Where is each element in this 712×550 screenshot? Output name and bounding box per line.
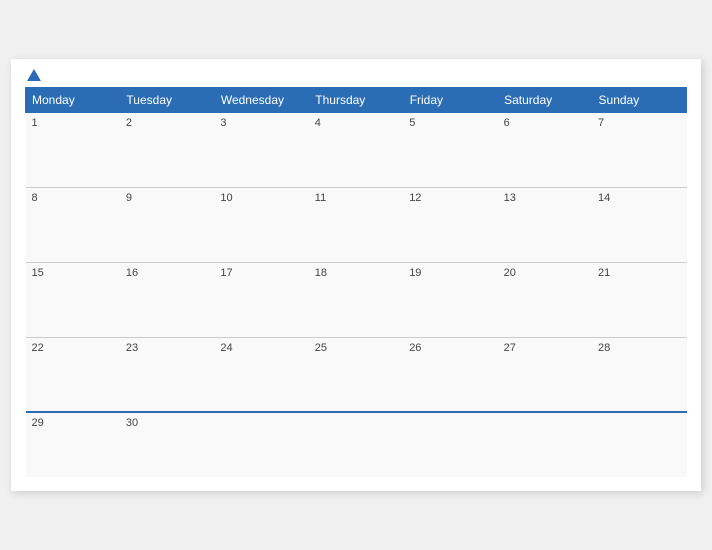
calendar-cell: 8: [26, 187, 120, 262]
week-row-3: 15 16 17 18 19 20 21: [26, 262, 687, 337]
weekday-header-sunday: Sunday: [592, 87, 686, 112]
calendar-cell: 29: [26, 412, 120, 477]
day-number: 17: [220, 267, 232, 279]
calendar-cell: [592, 412, 686, 477]
day-number: 9: [126, 192, 132, 204]
day-number: 22: [32, 342, 44, 354]
calendar-cell: 5: [403, 112, 497, 187]
calendar-cell: 21: [592, 262, 686, 337]
calendar-cell: 16: [120, 262, 214, 337]
day-number: 14: [598, 192, 610, 204]
calendar-cell: 17: [214, 262, 308, 337]
day-number: 19: [409, 267, 421, 279]
logo-triangle-icon: [27, 69, 41, 81]
day-number: 11: [315, 192, 326, 204]
calendar-cell: 9: [120, 187, 214, 262]
week-row-1: 1 2 3 4 5 6 7: [26, 112, 687, 187]
day-number: 15: [32, 267, 44, 279]
calendar-grid: MondayTuesdayWednesdayThursdayFridaySatu…: [25, 87, 687, 478]
calendar-cell: 28: [592, 337, 686, 412]
week-row-5: 29 30: [26, 412, 687, 477]
day-number: 23: [126, 342, 138, 354]
day-number: 20: [504, 267, 516, 279]
calendar-cell: 30: [120, 412, 214, 477]
calendar-cell: 2: [120, 112, 214, 187]
calendar-cell: 12: [403, 187, 497, 262]
calendar-cell: 23: [120, 337, 214, 412]
calendar-cell: 24: [214, 337, 308, 412]
calendar-container: MondayTuesdayWednesdayThursdayFridaySatu…: [11, 59, 701, 492]
day-number: 3: [220, 117, 226, 129]
day-number: 13: [504, 192, 516, 204]
week-row-4: 22 23 24 25 26 27 28: [26, 337, 687, 412]
weekday-header-tuesday: Tuesday: [120, 87, 214, 112]
calendar-cell: 1: [26, 112, 120, 187]
weekday-header-row: MondayTuesdayWednesdayThursdayFridaySatu…: [26, 87, 687, 112]
calendar-cell: 15: [26, 262, 120, 337]
calendar-cell: 7: [592, 112, 686, 187]
day-number: 18: [315, 267, 327, 279]
calendar-cell: 26: [403, 337, 497, 412]
day-number: 25: [315, 342, 327, 354]
day-number: 1: [32, 117, 38, 129]
weekday-header-thursday: Thursday: [309, 87, 403, 112]
week-row-2: 8 9 10 11 12 13 14: [26, 187, 687, 262]
calendar-cell: 25: [309, 337, 403, 412]
calendar-cell: 11: [309, 187, 403, 262]
day-number: 6: [504, 117, 510, 129]
calendar-cell: 4: [309, 112, 403, 187]
calendar-cell: 20: [498, 262, 592, 337]
day-number: 24: [220, 342, 232, 354]
weekday-header-saturday: Saturday: [498, 87, 592, 112]
weekday-header-wednesday: Wednesday: [214, 87, 308, 112]
logo: [25, 69, 43, 81]
calendar-cell: 18: [309, 262, 403, 337]
day-number: 7: [598, 117, 604, 129]
calendar-cell: 10: [214, 187, 308, 262]
day-number: 27: [504, 342, 516, 354]
day-number: 21: [598, 267, 610, 279]
day-number: 16: [126, 267, 138, 279]
day-number: 5: [409, 117, 415, 129]
day-number: 8: [32, 192, 38, 204]
day-number: 30: [126, 417, 138, 429]
day-number: 28: [598, 342, 610, 354]
calendar-cell: 13: [498, 187, 592, 262]
day-number: 4: [315, 117, 321, 129]
calendar-cell: [403, 412, 497, 477]
calendar-cell: 19: [403, 262, 497, 337]
calendar-cell: 27: [498, 337, 592, 412]
day-number: 12: [409, 192, 421, 204]
day-number: 29: [32, 417, 44, 429]
calendar-cell: 6: [498, 112, 592, 187]
calendar-cell: [498, 412, 592, 477]
calendar-cell: 14: [592, 187, 686, 262]
header-row: [25, 69, 687, 81]
calendar-cell: [214, 412, 308, 477]
day-number: 26: [409, 342, 421, 354]
weekday-header-monday: Monday: [26, 87, 120, 112]
calendar-cell: 22: [26, 337, 120, 412]
day-number: 10: [220, 192, 232, 204]
calendar-cell: 3: [214, 112, 308, 187]
weekday-header-friday: Friday: [403, 87, 497, 112]
calendar-cell: [309, 412, 403, 477]
day-number: 2: [126, 117, 132, 129]
